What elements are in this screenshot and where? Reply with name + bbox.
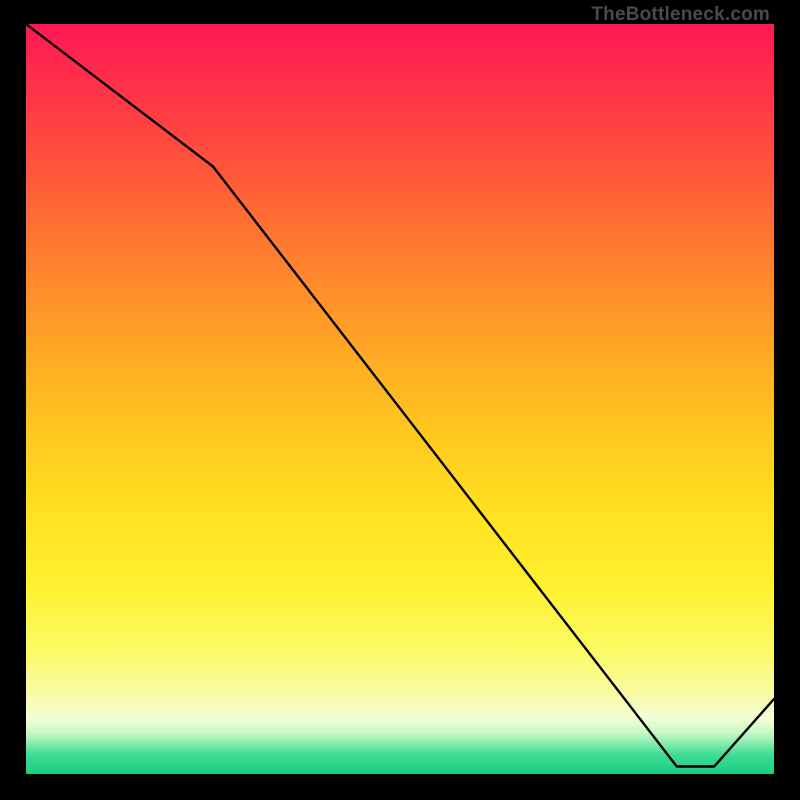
chart-frame: TheBottleneck.com (0, 0, 800, 800)
line-series-svg (26, 24, 774, 774)
watermark-text: TheBottleneck.com (591, 4, 770, 26)
bottleneck-curve-path (26, 24, 774, 767)
plot-area (26, 24, 774, 774)
